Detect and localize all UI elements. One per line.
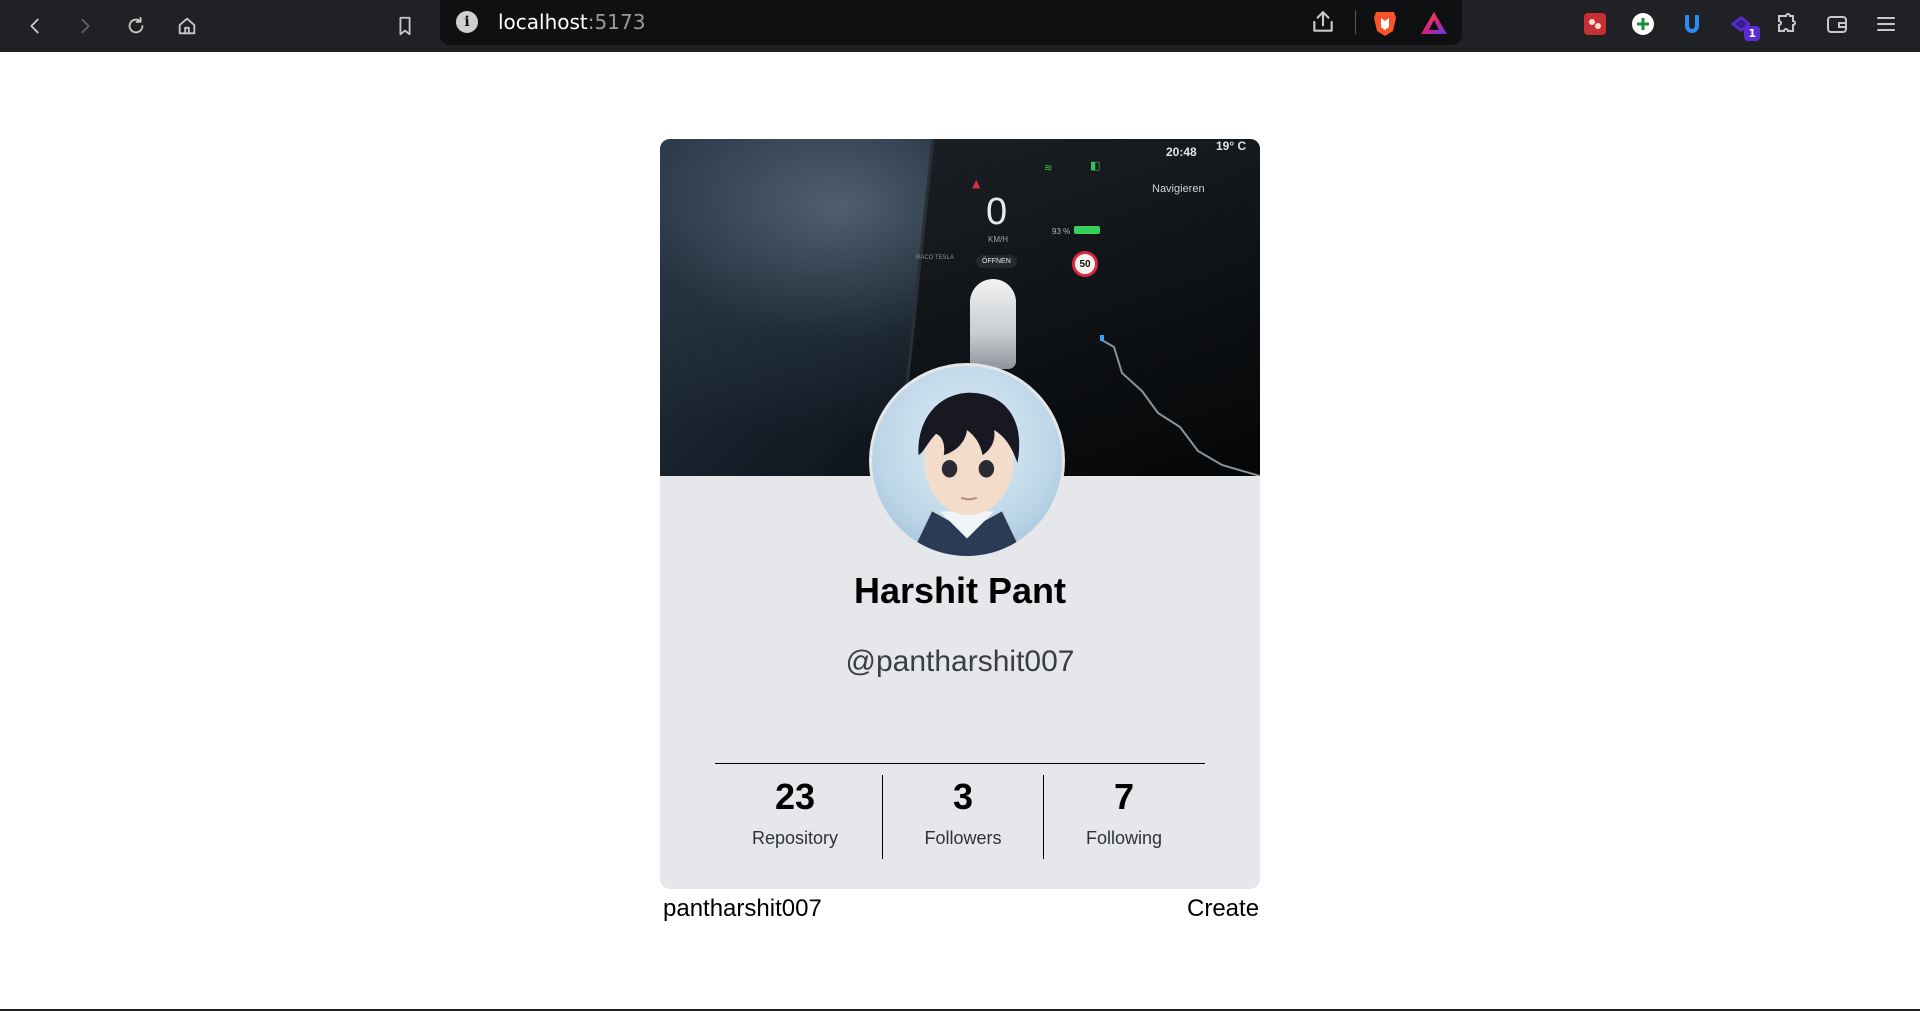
profile-name: Harshit Pant xyxy=(853,570,1067,611)
wallet-icon[interactable] xyxy=(1822,9,1852,39)
stat-label: Followers xyxy=(924,828,1002,848)
extension-purple-icon[interactable]: 1 xyxy=(1726,9,1760,41)
profile-card: ▲ ≋ ◧ 20:48 19° C Navigieren 0 KM/H 93 %… xyxy=(660,139,1260,889)
dashboard-navigate-label: Navigieren xyxy=(1152,183,1205,195)
extension-plus-icon[interactable] xyxy=(1628,9,1658,39)
footer-username-link[interactable]: pantharshit007 xyxy=(663,895,822,923)
dashboard-speed: 0 xyxy=(986,191,1008,233)
stats-divider xyxy=(715,763,1205,764)
forward-icon xyxy=(81,18,90,34)
site-info-icon[interactable]: i xyxy=(456,11,478,33)
dashboard-speed-unit: KM/H xyxy=(988,235,1008,244)
reload-button[interactable] xyxy=(119,9,153,43)
reload-icon xyxy=(128,16,144,34)
extension-u-icon[interactable] xyxy=(1677,9,1707,39)
stat-repository: 23 Repository xyxy=(730,776,860,849)
url-host: localhost xyxy=(498,10,588,34)
lamp-icon: ≋ xyxy=(1044,163,1053,174)
back-icon xyxy=(30,18,39,34)
stat-value: 7 xyxy=(1113,776,1135,817)
address-bar[interactable]: i localhost:5173 xyxy=(440,0,1462,45)
dashboard-open-label: ÖFFNEN xyxy=(976,255,1017,268)
stat-label: Repository xyxy=(751,828,839,848)
url-text[interactable]: localhost:5173 xyxy=(498,10,645,34)
extension-red-icon[interactable] xyxy=(1580,9,1610,39)
dashboard-temperature: 19° C xyxy=(1216,139,1247,153)
battery-icon xyxy=(1074,226,1100,234)
home-button[interactable] xyxy=(170,9,204,43)
dashboard-clock: 20:48 xyxy=(1166,145,1197,159)
share-icon[interactable] xyxy=(1310,9,1338,37)
extensions-puzzle-icon[interactable] xyxy=(1772,9,1802,39)
dashboard-battery-percent: 93 % xyxy=(1052,227,1071,236)
stat-label: Following xyxy=(1085,828,1163,848)
seatbelt-icon: ▲ xyxy=(972,177,981,190)
bookmark-icon xyxy=(399,16,411,36)
home-icon xyxy=(178,17,196,35)
url-port: :5173 xyxy=(587,10,646,34)
menu-icon[interactable] xyxy=(1871,9,1901,39)
brave-rewards-icon[interactable] xyxy=(1420,10,1448,36)
profile-handle: @pantharshit007 xyxy=(845,645,1075,678)
speed-limit-sign: 50 xyxy=(1072,251,1098,277)
create-link[interactable]: Create xyxy=(1187,895,1259,923)
stat-value: 3 xyxy=(952,776,974,817)
page-viewport: ▲ ≋ ◧ 20:48 19° C Navigieren 0 KM/H 93 %… xyxy=(0,52,1920,1011)
forward-button[interactable] xyxy=(68,9,102,43)
map-route xyxy=(1098,329,1260,477)
stat-value: 23 xyxy=(774,776,816,817)
car-icon xyxy=(970,279,1016,369)
back-button[interactable] xyxy=(18,9,52,43)
browser-toolbar: i localhost:5173 1 xyxy=(0,0,1920,52)
headlight-icon: ◧ xyxy=(1090,159,1101,172)
avatar xyxy=(869,363,1065,559)
stat-following: 7 Following xyxy=(1043,776,1205,849)
bookmark-button[interactable] xyxy=(388,9,422,43)
address-bar-divider xyxy=(1355,10,1356,34)
stat-followers: 3 Followers xyxy=(882,776,1044,849)
dashboard-vehicle-name: RACO TESLA xyxy=(916,255,954,261)
brave-shields-icon[interactable] xyxy=(1372,9,1398,37)
extension-badge: 1 xyxy=(1744,26,1760,41)
